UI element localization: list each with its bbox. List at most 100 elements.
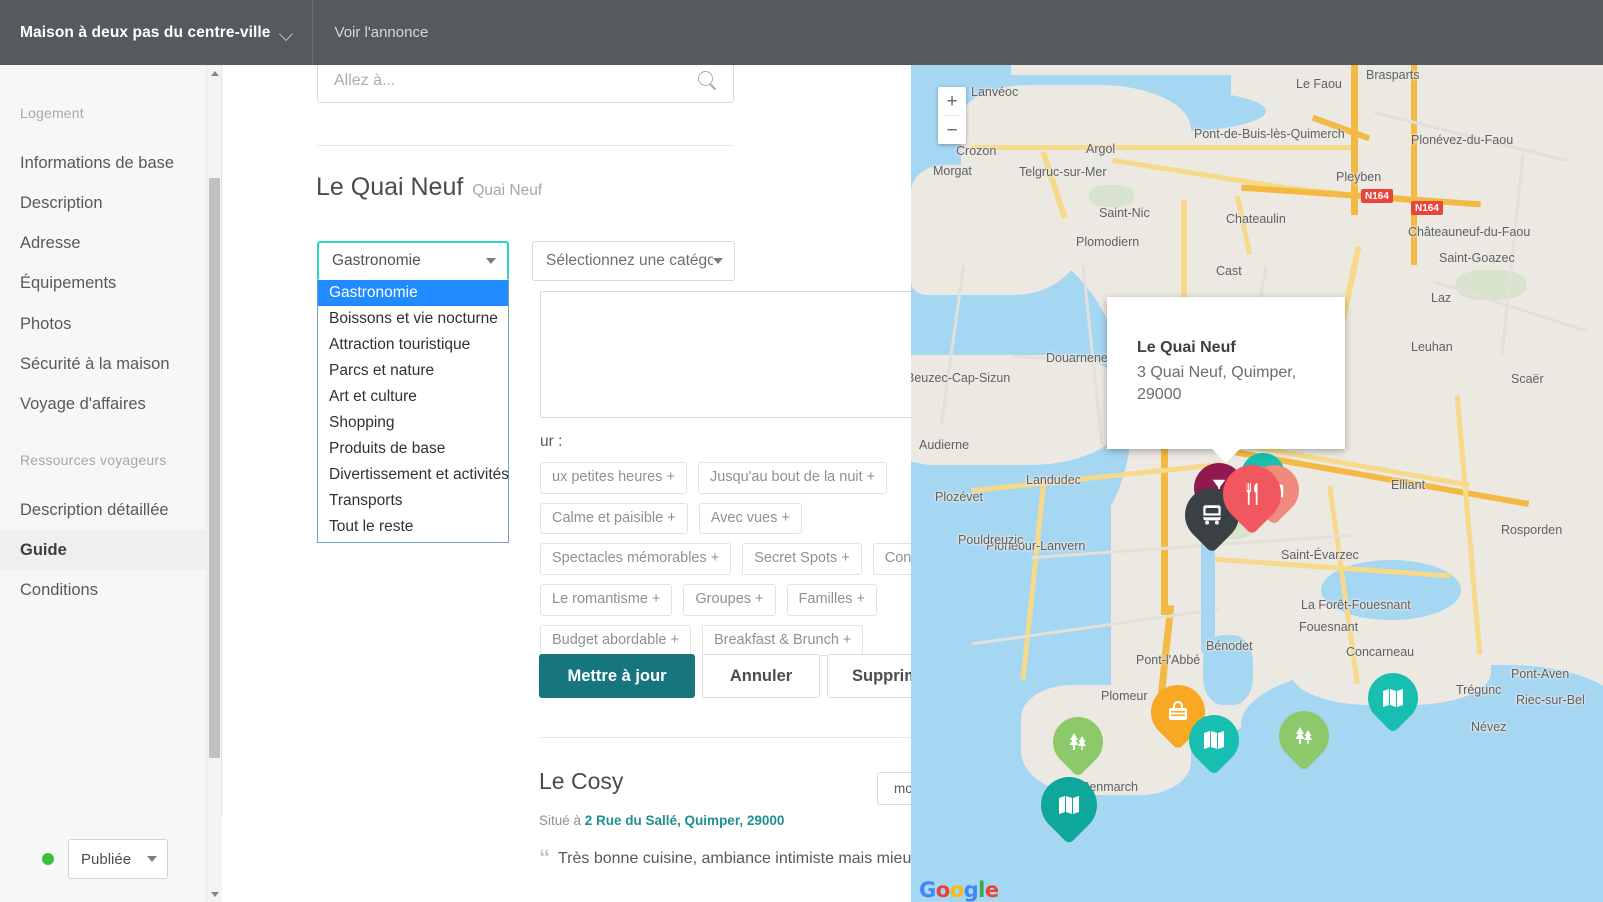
map-place-label: Telgruc-sur-Mer <box>1019 165 1107 179</box>
sidebar-item-description-detaillee[interactable]: Description détaillée <box>0 490 221 530</box>
tag-chip[interactable]: Jusqu'au bout de la nuit + <box>697 462 888 494</box>
map-place-label: Riec-sur-Bel <box>1516 693 1585 707</box>
map-icon <box>1381 686 1405 710</box>
listing-switcher[interactable]: Maison à deux pas du centre-ville <box>0 0 313 65</box>
tag-chip[interactable]: Spectacles mémorables + <box>540 543 732 576</box>
tag-chip[interactable]: Avec vues + <box>698 502 802 535</box>
map-place-label: Plonévez-du-Faou <box>1411 133 1514 147</box>
scroll-up-arrow-icon[interactable] <box>207 65 222 81</box>
map-zoom-in-button[interactable]: + <box>938 87 966 115</box>
sidebar-item-description[interactable]: Description <box>0 183 221 223</box>
category-select[interactable]: Gastronomie <box>317 241 509 281</box>
map-zoom-out-button[interactable]: − <box>938 116 966 144</box>
map-place-label: Chateaulin <box>1226 212 1286 226</box>
category-option-produits-de-base[interactable]: Produits de base <box>318 436 508 462</box>
map-place-label: Saint-Nic <box>1099 206 1150 220</box>
sidebar-item-equipements[interactable]: Équipements <box>0 263 221 303</box>
sidebar-group-logement: Logement <box>20 105 84 121</box>
map-place-label: Landudec <box>1026 473 1081 487</box>
place-subtitle: Quai Neuf <box>472 182 543 199</box>
map-icon <box>1057 793 1081 817</box>
sidebar-group-ressources-voyageurs: Ressources voyageurs <box>20 451 167 468</box>
basket-icon <box>1166 700 1190 724</box>
next-place-quote: “ Très bonne cuisine, ambiance intimiste… <box>539 847 911 870</box>
map-place-label: Beuzec-Cap-Sizun <box>911 371 1011 385</box>
map-zoom-controls[interactable]: + − <box>938 87 966 144</box>
map-info-window[interactable]: Le Quai Neuf 3 Quai Neuf, Quimper, 29000 <box>1107 297 1345 463</box>
category-option-shopping[interactable]: Shopping <box>318 410 508 436</box>
category-option-attraction-touristique[interactable]: Attraction touristique <box>318 332 508 358</box>
view-listing-link[interactable]: Voir l'annonce <box>313 0 451 65</box>
chevron-down-icon <box>147 856 157 862</box>
map-place-label: Pleyben <box>1336 170 1382 184</box>
map-place-label: Névez <box>1471 720 1507 734</box>
listing-switcher-label: Maison à deux pas du centre-ville <box>20 23 271 41</box>
sidebar-item-guide[interactable]: Guide <box>0 530 221 571</box>
search-icon[interactable] <box>697 70 719 92</box>
map-green-area <box>1456 270 1526 300</box>
sidebar-scrollbar-thumb[interactable] <box>209 178 220 758</box>
category-option-tout-le-reste[interactable]: Tout le reste <box>318 514 508 540</box>
sidebar-item-photos[interactable]: Photos <box>0 304 221 344</box>
category-option-divertissement-et-activites[interactable]: Divertissement et activités <box>318 462 509 488</box>
category-option-gastronomie[interactable]: Gastronomie <box>318 280 508 306</box>
map-place-label: Cast <box>1216 264 1242 278</box>
bus-icon <box>1199 502 1225 528</box>
cancel-button[interactable]: Annuler <box>702 654 820 698</box>
next-place-address[interactable]: 2 Rue du Sallé, Quimper, 29000 <box>585 813 785 828</box>
tag-chip[interactable]: Calme et paisible + <box>540 502 688 535</box>
scroll-down-arrow-icon[interactable] <box>207 886 222 902</box>
next-place-address-line: Situé à 2 Rue du Sallé, Quimper, 29000 <box>539 813 911 828</box>
editor-actions: Mettre à jour Annuler Supprimer <box>539 654 911 698</box>
map-road-shield: N164 <box>1361 189 1393 203</box>
map-place-label: Argol <box>1086 142 1116 156</box>
info-window-address: 3 Quai Neuf, Quimper, 29000 <box>1137 364 1297 404</box>
tag-chip[interactable]: ux petites heures + <box>540 462 687 494</box>
sidebar-scrollbar[interactable] <box>206 65 221 902</box>
sidebar-nav: Logement Informations de base Descriptio… <box>0 65 221 610</box>
sidebar-item-voyage-daffaires[interactable]: Voyage d'affaires <box>0 384 221 424</box>
listing-status-footer: Publiée <box>0 816 222 902</box>
category-option-parcs-et-nature[interactable]: Parcs et nature <box>318 358 508 384</box>
goto-search-box[interactable] <box>317 65 734 103</box>
category-option-transports[interactable]: Transports <box>318 488 508 514</box>
update-button[interactable]: Mettre à jour <box>539 654 695 698</box>
status-select[interactable]: Publiée <box>68 839 168 879</box>
sidebar-item-conditions[interactable]: Conditions <box>0 570 221 610</box>
subcategory-select-value: Sélectionnez une catégori <box>546 252 713 269</box>
next-place-block: Le Cosy modifier Situé à 2 Rue du Sallé,… <box>539 768 911 870</box>
map-place-label: Brasparts <box>1366 68 1420 82</box>
map-place-label: Crozon <box>956 144 997 158</box>
subcategory-select[interactable]: Sélectionnez une catégori <box>532 241 735 281</box>
map-place-label: Saint-Évarzec <box>1281 548 1359 562</box>
map-road-shield: N164 <box>1411 201 1443 215</box>
tag-chip[interactable]: Groupes + <box>683 584 776 616</box>
chevron-down-icon <box>486 258 496 264</box>
tag-chip[interactable]: Familles + <box>786 584 878 616</box>
tag-chip[interactable]: Concerts + <box>872 543 911 576</box>
next-place-header: Le Cosy modifier <box>539 768 911 805</box>
tag-chip[interactable]: Budget abordable + <box>540 624 691 657</box>
map-place-label: Pont-Aven <box>1511 667 1570 681</box>
trees-icon <box>1292 724 1316 748</box>
sidebar-item-securite-a-la-maison[interactable]: Sécurité à la maison <box>0 344 221 384</box>
map-place-label: Plozévet <box>935 490 983 504</box>
map-panel[interactable]: + − Lanvéoc Le Faou Brasparts Crozon Argol Po… <box>911 65 1603 902</box>
next-place-name: Le Cosy <box>539 768 624 794</box>
sidebar-item-adresse[interactable]: Adresse <box>0 223 221 263</box>
sidebar-item-informations-de-base[interactable]: Informations de base <box>0 143 221 183</box>
place-description-textarea[interactable] <box>540 291 911 418</box>
tag-chip[interactable]: Secret Spots + <box>742 543 862 576</box>
map-place-label: Pont-l'Abbé <box>1136 653 1201 667</box>
tag-chip[interactable]: Breakfast & Brunch + <box>701 624 864 657</box>
delete-button[interactable]: Supprimer <box>827 654 911 698</box>
category-dropdown-options[interactable]: Gastronomie Boissons et vie nocturne Att… <box>317 279 509 543</box>
category-option-boissons-et-vie-nocturne[interactable]: Boissons et vie nocturne <box>318 306 508 332</box>
map-place-label: Trégunc <box>1456 683 1502 697</box>
map-place-label: La Forêt-Fouesnant <box>1301 598 1411 612</box>
search-input[interactable] <box>332 71 697 91</box>
modifier-button[interactable]: modifier <box>876 772 911 805</box>
tag-chip[interactable]: Le romantisme + <box>540 584 673 616</box>
status-dot-icon <box>42 853 54 865</box>
category-option-art-et-culture[interactable]: Art et culture <box>318 384 508 410</box>
